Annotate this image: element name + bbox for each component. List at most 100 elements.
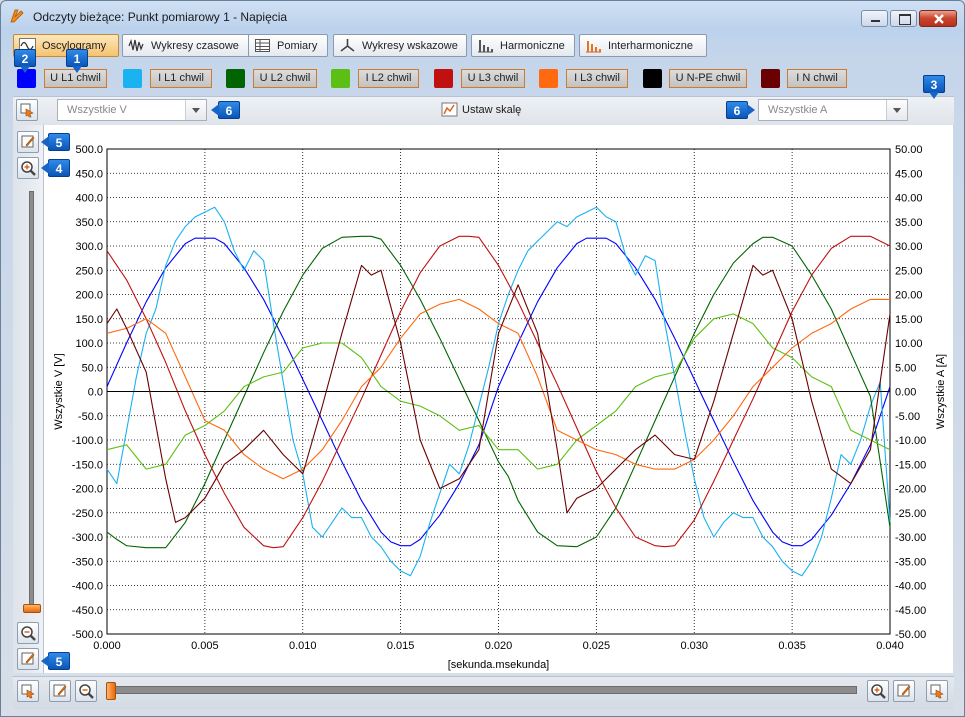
swatch-u-l2[interactable] <box>226 69 245 88</box>
y-right-axis-label: Wszystkie A [A] <box>935 354 947 429</box>
vertical-zoom-handle[interactable] <box>23 604 41 613</box>
edit-time-scale-left-button[interactable] <box>49 680 71 702</box>
bottom-left-cursor-button[interactable] <box>17 680 39 702</box>
x-tick-label: 0.005 <box>191 640 219 652</box>
y-right-tick-label: 35.00 <box>895 217 923 229</box>
app-logo-icon <box>10 9 24 23</box>
y-tick-label: 100.0 <box>75 338 103 350</box>
y-right-tick-label: -15.00 <box>895 459 926 471</box>
swatch-i-l1[interactable] <box>123 69 142 88</box>
chevron-down-icon <box>886 100 907 120</box>
y-right-tick-label: -5.00 <box>895 411 920 423</box>
current-axis-value: Wszystkie A <box>768 104 828 116</box>
zoom-in-icon <box>21 161 36 176</box>
channel-i-l2[interactable]: I L2 chwil <box>358 69 419 88</box>
horizontal-zoom-handle[interactable] <box>106 682 116 700</box>
y-right-tick-label: 5.00 <box>895 362 916 374</box>
y-right-tick-label: 50.00 <box>895 144 923 156</box>
zoom-in-vertical-button[interactable] <box>17 157 39 179</box>
zoom-out-icon <box>21 626 36 641</box>
zoom-in-horizontal-button[interactable] <box>867 680 889 702</box>
tab-label: Harmoniczne <box>500 39 565 52</box>
y-tick-label: 250.0 <box>75 265 103 277</box>
channel-u-l2[interactable]: U L2 chwil <box>253 69 317 88</box>
channel-i-n[interactable]: I N chwil <box>787 69 847 88</box>
y-right-tick-label: 0.00 <box>895 387 916 399</box>
y-right-tick-label: 10.00 <box>895 338 923 350</box>
y-tick-label: 350.0 <box>75 217 103 229</box>
tab-harmonics[interactable]: Harmoniczne <box>471 34 575 57</box>
harmonics-icon <box>478 40 493 53</box>
tab-label: Interharmoniczne <box>608 39 693 52</box>
y-tick-label: 300.0 <box>75 241 103 253</box>
title-bar: Odczyty bieżące: Punkt pomiarowy 1 - Nap… <box>1 1 964 31</box>
y-right-tick-label: -45.00 <box>895 605 926 617</box>
tab-phasor-charts[interactable]: Wykresy wskazowe <box>333 34 467 57</box>
x-tick-label: 0.020 <box>485 640 513 652</box>
edit-scale-bottom-button[interactable] <box>17 648 39 670</box>
zoom-out-horizontal-button[interactable] <box>75 680 97 702</box>
y-right-tick-label: -20.00 <box>895 484 926 496</box>
swatch-i-l2[interactable] <box>331 69 350 88</box>
set-scale-button[interactable]: Ustaw skalę <box>441 99 521 121</box>
zoom-out-icon <box>79 684 94 699</box>
close-button[interactable] <box>919 10 957 27</box>
x-tick-label: 0.015 <box>387 640 415 652</box>
vertical-zoom-slider[interactable] <box>29 191 34 609</box>
swatch-i-n[interactable] <box>761 69 780 88</box>
tab-interharmonics[interactable]: Interharmoniczne <box>579 34 707 57</box>
tab-time-charts[interactable]: Wykresy czasowe <box>122 34 253 57</box>
swatch-i-l3[interactable] <box>539 69 558 88</box>
y-right-tick-label: 45.00 <box>895 168 923 180</box>
y-right-tick-label: -30.00 <box>895 532 926 544</box>
zoom-out-vertical-button[interactable] <box>17 622 39 644</box>
close-icon <box>934 14 944 24</box>
maximize-button[interactable] <box>890 10 917 27</box>
y-tick-label: -50.0 <box>78 411 103 423</box>
swatch-u-l3[interactable] <box>434 69 453 88</box>
badge-4: 4 <box>41 159 70 177</box>
y-tick-label: -450.0 <box>72 605 103 617</box>
time-chart-icon <box>128 38 144 52</box>
horizontal-zoom-slider[interactable] <box>111 686 857 694</box>
edit-time-scale-right-button[interactable] <box>893 680 915 702</box>
y-tick-label: 50.0 <box>82 362 103 374</box>
tab-label: Pomiary <box>277 39 318 52</box>
voltage-axis-select[interactable]: Wszystkie V <box>57 99 207 121</box>
y-tick-label: -250.0 <box>72 508 103 520</box>
current-axis-select[interactable]: Wszystkie A <box>758 99 908 121</box>
y-right-tick-label: 30.00 <box>895 241 923 253</box>
x-tick-label: 0.040 <box>876 640 904 652</box>
y-right-tick-label: 40.00 <box>895 193 923 205</box>
edit-icon <box>21 652 35 665</box>
cursor-settings-icon <box>930 684 944 699</box>
left-panel-toggle-button[interactable] <box>16 99 38 121</box>
y-tick-label: -350.0 <box>72 556 103 568</box>
y-tick-label: -150.0 <box>72 459 103 471</box>
channel-u-l3[interactable]: U L3 chwil <box>461 69 525 88</box>
badge-5-bottom: 5 <box>41 652 70 670</box>
swatch-u-npe[interactable] <box>643 69 662 88</box>
x-tick-label: 0.000 <box>93 640 121 652</box>
tab-label: Wykresy czasowe <box>151 39 239 52</box>
chevron-down-icon <box>185 100 206 120</box>
y-right-tick-label: -40.00 <box>895 581 926 593</box>
y-tick-label: -400.0 <box>72 581 103 593</box>
channel-i-l1[interactable]: I L1 chwil <box>150 69 212 88</box>
channel-u-npe[interactable]: U N-PE chwil <box>669 69 747 88</box>
oscillogram-chart[interactable]: 500.0450.0400.0350.0300.0250.0200.0150.0… <box>44 125 953 673</box>
maximize-icon <box>899 14 911 25</box>
minimize-button[interactable] <box>861 10 888 27</box>
scale-icon <box>441 102 458 117</box>
cursor-settings-icon <box>20 103 34 118</box>
channel-i-l3[interactable]: I L3 chwil <box>566 69 628 88</box>
x-axis-label: [sekunda.msekunda] <box>448 659 550 671</box>
y-right-tick-label: -10.00 <box>895 435 926 447</box>
y-right-tick-label: -35.00 <box>895 556 926 568</box>
tab-measurements[interactable]: Pomiary <box>248 34 328 57</box>
edit-icon <box>21 135 35 148</box>
y-tick-label: -300.0 <box>72 532 103 544</box>
bottom-right-cursor-button[interactable] <box>926 680 948 702</box>
badge-1: 1 <box>66 49 88 73</box>
edit-scale-top-button[interactable] <box>17 131 39 153</box>
